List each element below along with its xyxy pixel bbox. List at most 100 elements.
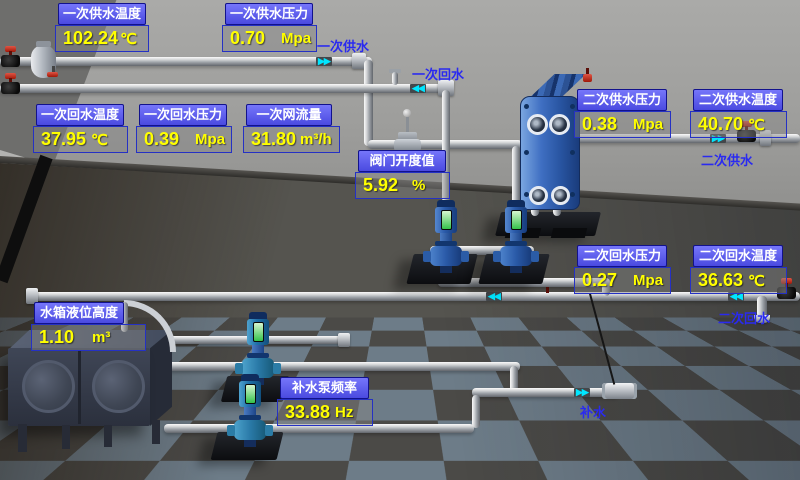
panel-secondary-supply-pressure: 二次供水压力 0.38Mpa	[574, 89, 671, 138]
pump-volute	[234, 420, 266, 440]
pump-port	[235, 363, 243, 374]
secondary-supply-pressure-label: 二次供水压力	[577, 89, 667, 111]
makeup-elbow-pipe	[472, 395, 480, 428]
pump-port	[423, 251, 431, 262]
secondary-return-temp-value[interactable]: 36.63℃	[690, 267, 787, 294]
makeup-pump-2[interactable]	[232, 374, 268, 447]
tank-level-value[interactable]: 1.10m³	[31, 324, 146, 351]
primary-supply-valve[interactable]	[1, 46, 21, 71]
tank-cover	[92, 360, 145, 413]
makeup-pump-freq-value[interactable]: 33.88Hz	[277, 399, 373, 426]
pump-foot	[440, 266, 452, 273]
tank-leg	[62, 425, 70, 449]
panel-primary-return-temp: 一次回水温度 37.95℃	[33, 104, 128, 153]
pump-port	[227, 425, 235, 436]
pump-port	[493, 251, 501, 262]
primary-return-pipe	[0, 84, 450, 93]
primary-return-temp-label: 一次回水温度	[36, 104, 124, 126]
return-tap-stem	[546, 286, 549, 293]
pump-status-indicator	[441, 210, 452, 230]
tank-leg	[152, 420, 160, 444]
pump-port	[273, 363, 281, 374]
secondary-return-pressure-label: 二次回水压力	[577, 245, 667, 267]
pump-status-indicator	[511, 210, 522, 230]
valve-opening-value[interactable]: 5.92%	[355, 172, 450, 199]
pump-status-indicator	[245, 384, 256, 404]
primary-supply-riser-pipe	[364, 60, 373, 146]
hx-top-port	[549, 114, 570, 135]
primary-flow-value[interactable]: 31.80m³/h	[243, 126, 340, 153]
makeup-pump1-pipe	[148, 362, 520, 371]
flow-arrow-icon: ◀◀	[410, 84, 426, 93]
panel-makeup-pump-freq: 补水泵频率 33.88Hz	[277, 377, 373, 426]
valve-opening-label: 阀门开度值	[358, 150, 446, 172]
pump-port	[265, 425, 273, 436]
strainer-cap	[36, 41, 51, 47]
pump-foot	[244, 440, 256, 447]
panel-primary-flow: 一次网流量 31.80m³/h	[243, 104, 340, 153]
primary-supply-pressure-value[interactable]: 0.70Mpa	[222, 25, 317, 52]
panel-primary-supply-pressure: 一次供水压力 0.70Mpa	[222, 3, 317, 52]
valve-body	[1, 82, 20, 94]
pipe-flange	[338, 333, 350, 347]
pump-foot	[510, 266, 522, 273]
primary-return-valve[interactable]	[1, 73, 21, 98]
pump-cap	[249, 312, 267, 319]
primary-flow-label: 一次网流量	[246, 104, 332, 126]
pipe-label-secondary-supply: 二次供水	[701, 150, 753, 169]
hx-bottom-port	[551, 186, 570, 205]
hx-top-port	[527, 114, 548, 135]
flow-arrow-icon: ▶▶	[316, 57, 332, 66]
tank-level-label: 水箱液位高度	[34, 302, 124, 324]
flow-arrow-icon: ▶▶	[574, 388, 590, 397]
circulation-pump-1[interactable]	[428, 200, 464, 273]
makeup-pump-freq-label: 补水泵频率	[280, 377, 369, 399]
pump-port	[461, 251, 469, 262]
circulation-pump-2[interactable]	[498, 200, 534, 273]
primary-return-pressure-value[interactable]: 0.39Mpa	[136, 126, 232, 153]
primary-return-pressure-label: 一次回水压力	[139, 104, 227, 126]
pump-volute	[500, 246, 532, 266]
primary-supply-pressure-label: 一次供水压力	[225, 3, 313, 25]
hx-vent-valve	[583, 74, 592, 82]
panel-tank-level: 水箱液位高度 1.10m³	[31, 302, 146, 351]
panel-secondary-return-temp: 二次回水温度 36.63℃	[690, 245, 787, 294]
pipe-label-makeup-water: 补水	[580, 402, 606, 421]
panel-primary-return-pressure: 一次回水压力 0.39Mpa	[136, 104, 232, 153]
primary-supply-temp-label: 一次供水温度	[58, 3, 146, 25]
hx-bolts	[524, 104, 529, 109]
makeup-water-pipe	[472, 388, 618, 397]
pump-cap	[507, 200, 525, 207]
pipe-label-primary-return: 一次回水	[412, 64, 464, 83]
primary-supply-temp-value[interactable]: 102.24℃	[55, 25, 149, 52]
sensor-fitting	[392, 72, 398, 85]
panel-secondary-supply-temp: 二次供水温度 40.70℃	[690, 89, 787, 138]
secondary-return-pipe	[30, 292, 800, 301]
secondary-supply-pressure-value[interactable]: 0.38Mpa	[574, 111, 671, 138]
secondary-supply-temp-value[interactable]: 40.70℃	[690, 111, 787, 138]
pipe-label-primary-supply: 一次供水	[317, 36, 369, 55]
panel-valve-opening: 阀门开度值 5.92%	[355, 150, 450, 199]
tank-divider	[78, 350, 81, 424]
pipe-coupling	[602, 383, 637, 399]
valve-body	[1, 55, 20, 67]
hmi-scene: ▶▶ ◀◀ ▶▶ ◀◀ ◀◀	[0, 0, 800, 480]
secondary-supply-temp-label: 二次供水温度	[693, 89, 783, 111]
pump-status-indicator	[253, 322, 264, 342]
pump-volute	[430, 246, 462, 266]
primary-return-temp-value[interactable]: 37.95℃	[33, 126, 128, 153]
pump-port	[531, 251, 539, 262]
tank-leg	[104, 425, 112, 447]
secondary-return-pressure-value[interactable]: 0.27Mpa	[574, 267, 671, 294]
pump2-suction-pipe	[512, 146, 520, 204]
drain-tap[interactable]	[47, 72, 58, 77]
tank-leg	[18, 424, 27, 452]
tank-cover	[22, 360, 75, 413]
pipe-label-secondary-return: 二次回水	[718, 308, 770, 327]
panel-primary-supply-temp: 一次供水温度 102.24℃	[55, 3, 149, 52]
heat-exchanger-pad	[551, 228, 587, 238]
pump-cap	[241, 374, 259, 381]
secondary-return-temp-label: 二次回水温度	[693, 245, 783, 267]
pump-cap	[437, 200, 455, 207]
control-valve-knob	[403, 109, 411, 117]
